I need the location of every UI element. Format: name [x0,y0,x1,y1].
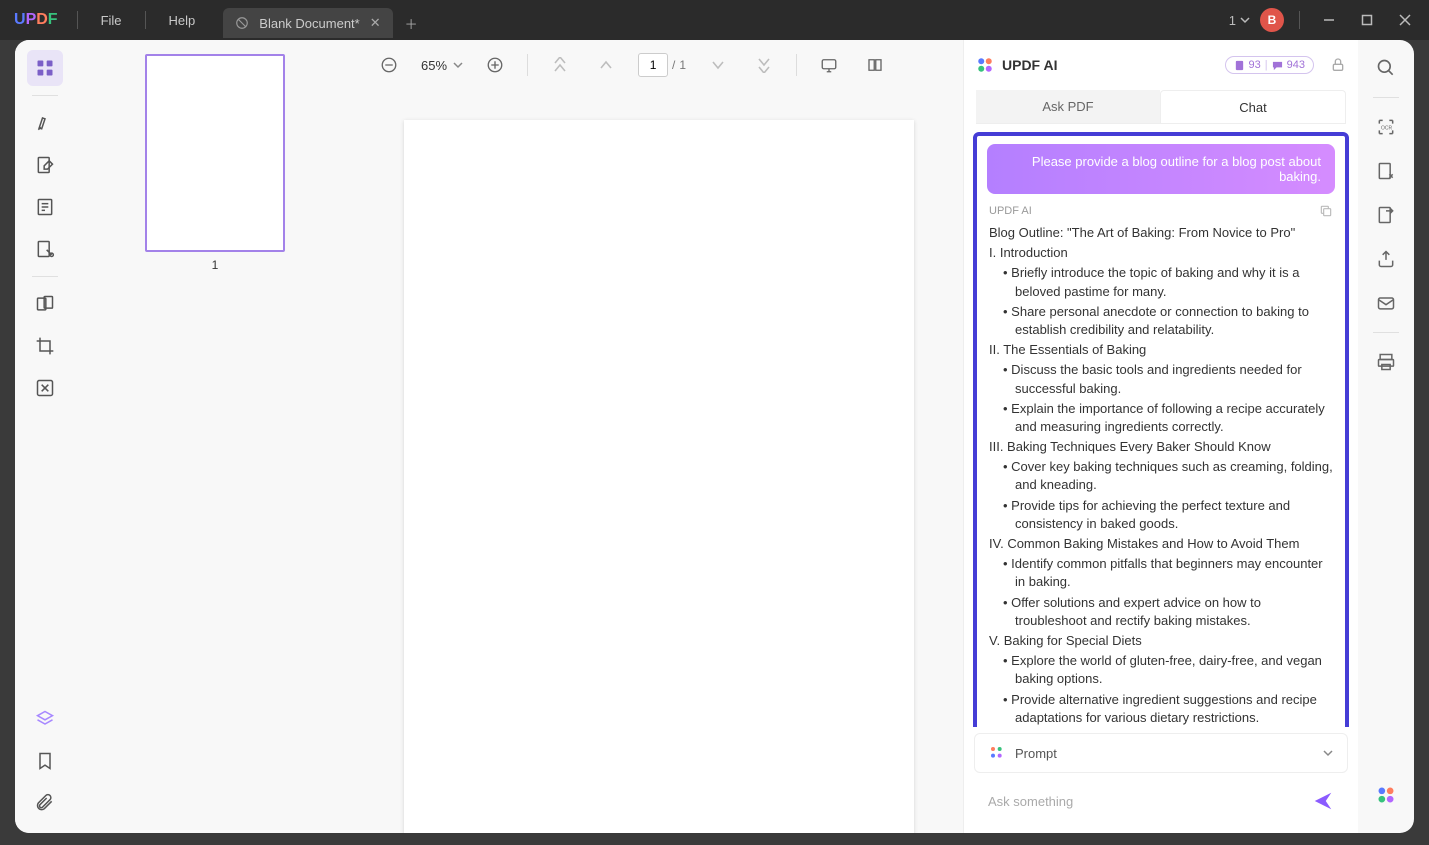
zoom-out-button[interactable] [375,51,403,79]
tab-chat[interactable]: Chat [1160,90,1346,123]
form-tool[interactable] [27,231,63,267]
left-rail [15,40,75,833]
page-input[interactable] [638,53,668,77]
separator [145,11,146,29]
ai-button[interactable] [1368,777,1404,813]
updf-ai-icon [976,56,994,74]
ai-response: Blog Outline: "The Art of Baking: From N… [981,224,1341,727]
separator [32,276,58,277]
page-total: 1 [679,58,686,72]
share-button[interactable] [1368,241,1404,277]
reading-mode-button[interactable] [861,51,889,79]
zoom-in-button[interactable] [481,51,509,79]
app-logo: UPDF [0,11,72,29]
redact-tool[interactable] [27,370,63,406]
add-tab-button[interactable]: ＋ [393,8,430,38]
minimize-button[interactable] [1315,6,1343,34]
right-rail: OCR [1358,40,1414,833]
prompt-label: Prompt [1015,746,1313,761]
ai-header: UPDF AI 93 | 943 [964,40,1358,90]
tab-ask-pdf[interactable]: Ask PDF [976,90,1160,123]
lock-icon[interactable] [1330,57,1346,73]
chat-area[interactable]: Please provide a blog outline for a blog… [970,128,1352,727]
thumbnail-number: 1 [212,258,219,272]
present-button[interactable] [815,51,843,79]
prompt-icon [989,745,1005,761]
export-button[interactable] [1368,197,1404,233]
menu-file[interactable]: File [83,13,140,28]
user-message: Please provide a blog outline for a blog… [987,144,1335,194]
svg-text:OCR: OCR [1381,126,1393,132]
zoom-dropdown[interactable]: 65% [421,58,463,73]
chevron-down-icon [453,60,463,70]
document-canvas[interactable] [355,90,963,833]
separator [527,54,528,76]
prompt-bar[interactable]: Prompt [974,733,1348,773]
save-button[interactable] [1368,153,1404,189]
page [404,120,914,833]
page-thumbnail[interactable] [145,54,285,252]
chat-input[interactable] [988,794,1312,809]
tab-title: Blank Document* [259,16,359,31]
separator [1373,332,1399,333]
separator [796,54,797,76]
ai-title: UPDF AI [1002,57,1217,73]
separator [1299,11,1300,29]
attachment-tool[interactable] [27,785,63,821]
page-sep: / [672,58,675,72]
titlebar: UPDF File Help Blank Document* ✕ ＋ 1 B [0,0,1429,40]
send-button[interactable] [1312,790,1334,812]
menu-help[interactable]: Help [151,13,214,28]
chat-highlight: Please provide a blog outline for a blog… [973,132,1349,727]
user-avatar[interactable]: B [1260,8,1284,32]
response-source: UPDF AI [989,205,1319,217]
close-button[interactable] [1391,6,1419,34]
prev-page-button[interactable] [592,51,620,79]
separator [1373,97,1399,98]
ai-tabs: Ask PDF Chat [976,90,1346,124]
edit-tool[interactable] [27,147,63,183]
close-icon[interactable]: ✕ [370,15,381,31]
thumbnails-tool[interactable] [27,50,63,86]
bookmark-tool[interactable] [27,743,63,779]
page-dropdown[interactable]: 1 [1229,13,1250,28]
highlight-tool[interactable] [27,105,63,141]
search-button[interactable] [1368,50,1404,86]
layers-tool[interactable] [27,701,63,737]
thumbnails-panel: 1 [75,40,355,833]
chat-credit-icon [1272,60,1283,71]
ai-credits[interactable]: 93 | 943 [1225,56,1314,74]
last-page-button[interactable] [750,51,778,79]
ai-panel: UPDF AI 93 | 943 Ask PDF Chat Please pro… [963,40,1358,833]
maximize-button[interactable] [1353,6,1381,34]
separator [77,11,78,29]
pages-tool[interactable] [27,189,63,225]
document-area: 65% / 1 [355,40,963,833]
chevron-down-icon [1240,15,1250,25]
blank-doc-icon [235,16,249,30]
crop-tool[interactable] [27,328,63,364]
doc-credit-icon [1234,60,1245,71]
print-button[interactable] [1368,344,1404,380]
chat-input-bar [974,779,1348,823]
organize-tool[interactable] [27,286,63,322]
next-page-button[interactable] [704,51,732,79]
chevron-down-icon [1323,748,1333,758]
first-page-button[interactable] [546,51,574,79]
page-indicator: / 1 [638,53,686,77]
document-toolbar: 65% / 1 [355,40,963,90]
separator [32,95,58,96]
copy-icon[interactable] [1319,204,1333,218]
document-tab[interactable]: Blank Document* ✕ [223,8,392,38]
ocr-button[interactable]: OCR [1368,109,1404,145]
email-button[interactable] [1368,285,1404,321]
app-body: 1 65% / 1 UPDF AI [15,40,1414,833]
